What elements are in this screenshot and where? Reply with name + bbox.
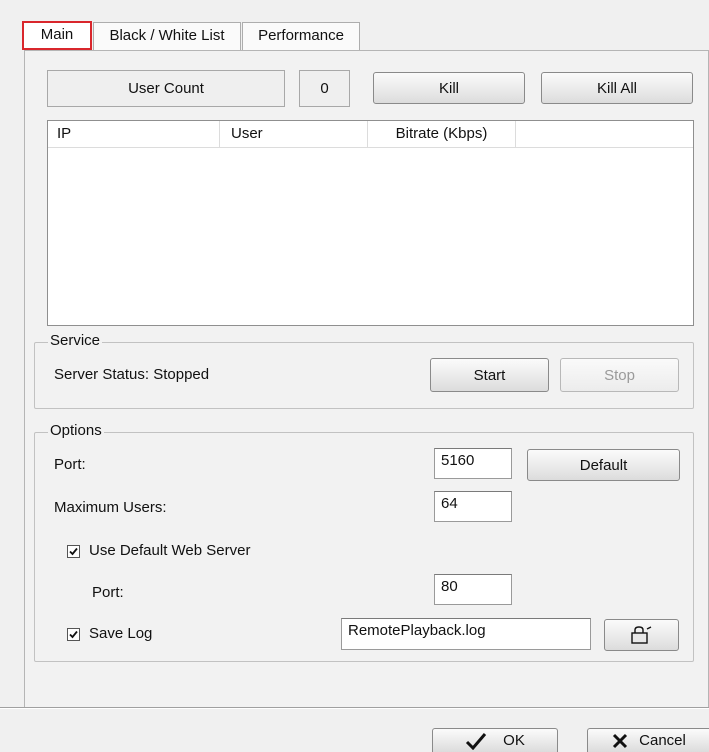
kill-button-label: Kill [438,79,459,97]
checkmark-icon [69,547,78,556]
default-button-label: Default [579,456,628,474]
options-group-title: Options [48,422,104,440]
save-log-label: Save Log [89,625,153,642]
save-log-checkbox[interactable] [67,628,80,641]
user-count-number: 0 [320,80,329,97]
browse-log-button[interactable] [604,619,679,651]
server-status-text: Server Status: Stopped [54,366,210,383]
ok-button-label: OK [503,732,525,749]
service-group-title: Service [48,332,103,350]
web-server-port-input-value: 80 [441,578,458,595]
default-button[interactable]: Default [527,449,680,481]
log-file-input-value: RemotePlayback.log [348,622,486,639]
web-server-port-input[interactable]: 80 [434,574,512,605]
port-input-value: 5160 [441,452,475,469]
kill-button[interactable]: Kill [373,72,525,104]
column-header-user-label: User [231,125,263,142]
user-table[interactable]: IP User Bitrate (Kbps) [47,120,694,326]
maximum-users-label: Maximum Users: [54,499,167,516]
tab-black-white-list-label: Black / White List [109,27,225,44]
checkmark-icon [69,630,78,639]
kill-all-button-label: Kill All [596,79,637,97]
tab-main[interactable]: Main [22,21,92,50]
tab-main-label: Main [40,26,74,43]
tab-black-white-list[interactable]: Black / White List [93,22,241,50]
table-header: IP User Bitrate (Kbps) [48,121,693,148]
panel-bottom-divider [0,707,709,709]
open-folder-icon [630,626,651,644]
maximum-users-input[interactable]: 64 [434,491,512,522]
tab-performance[interactable]: Performance [242,22,360,50]
cancel-button[interactable]: Cancel [587,728,709,752]
use-default-web-server-label: Use Default Web Server [89,542,251,559]
maximum-users-input-value: 64 [441,495,458,512]
use-default-web-server-checkbox[interactable] [67,545,80,558]
checkmark-icon [466,732,487,750]
start-button-label: Start [473,366,506,384]
user-count-label: User Count [128,80,204,97]
stop-button[interactable]: Stop [560,358,679,392]
ok-button[interactable]: OK [432,728,558,752]
kill-all-button[interactable]: Kill All [541,72,693,104]
start-button[interactable]: Start [430,358,549,392]
column-header-bitrate-label: Bitrate (Kbps) [395,125,488,142]
port-label: Port: [54,456,86,473]
web-server-port-label: Port: [92,584,124,601]
column-header-ip[interactable]: IP [48,121,220,148]
user-count-label-box: User Count [47,70,285,107]
column-header-user[interactable]: User [220,121,368,148]
column-header-bitrate[interactable]: Bitrate (Kbps) [368,121,516,148]
tab-performance-label: Performance [258,27,344,44]
user-count-value: 0 [299,70,350,107]
column-header-ip-label: IP [57,125,72,142]
port-input[interactable]: 5160 [434,448,512,479]
stop-button-label: Stop [604,366,635,384]
log-file-input[interactable]: RemotePlayback.log [341,618,591,650]
cancel-button-label: Cancel [639,732,686,749]
x-icon [613,733,628,748]
